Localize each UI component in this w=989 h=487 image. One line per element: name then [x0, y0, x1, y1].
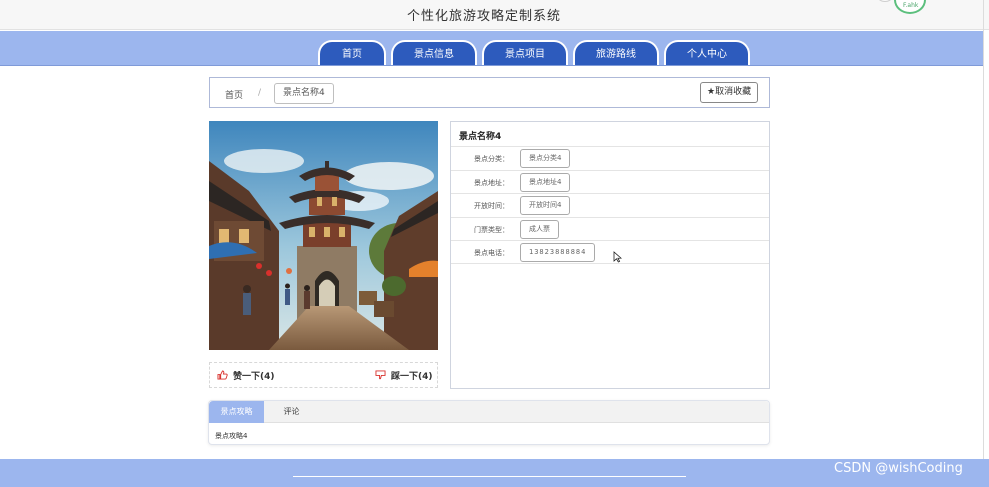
phone-label: 景点电话：: [474, 249, 509, 257]
scrollbar-track[interactable]: [983, 0, 984, 487]
category-value: 景点分类4: [520, 149, 571, 168]
address-value: 景点地址4: [520, 173, 571, 192]
site-title: 个性化旅游攻略定制系统: [406, 9, 561, 24]
breadcrumb-current: 景点名称4: [274, 83, 334, 104]
detail-row-phone: 景点电话： 13823888884: [451, 240, 769, 264]
mouse-cursor-icon: [613, 251, 622, 263]
main-nav: 首页 景点信息 景点项目 旅游路线 个人中心: [0, 31, 983, 66]
opening-hours-label: 开放时间：: [474, 202, 509, 210]
like-button[interactable]: 赞一下(4): [217, 369, 275, 382]
detail-row-address: 景点地址： 景点地址4: [451, 170, 769, 194]
breadcrumb-separator: /: [258, 88, 262, 98]
breadcrumb-home-link[interactable]: 首页: [225, 88, 243, 101]
site-footer: CSDN @wishCoding: [0, 459, 989, 487]
nav-tab-travel-routes[interactable]: 旅游路线: [573, 40, 659, 65]
tab-header: 景点攻略 评论: [209, 401, 769, 423]
avatar-bubble: [877, 0, 893, 2]
tab-comments[interactable]: 评论: [274, 401, 309, 423]
category-label: 景点分类：: [474, 155, 509, 163]
site-header: 个性化旅游攻略定制系统 F.ahk: [0, 0, 989, 30]
nav-tab-attraction-info[interactable]: 景点信息: [391, 40, 477, 65]
detail-divider: [451, 263, 769, 264]
address-label: 景点地址：: [474, 179, 509, 187]
dislike-label: 踩一下(4): [391, 372, 433, 382]
tab-attraction-guide[interactable]: 景点攻略: [209, 401, 264, 423]
detail-row-ticket-type: 门票类型： 成人票: [451, 217, 769, 241]
attraction-photo: [209, 121, 438, 350]
logo-badge-text: F.ahk: [903, 2, 919, 9]
opening-hours-value: 开放时间4: [520, 196, 571, 215]
breadcrumb: 首页 / 景点名称4 ★取消收藏: [209, 77, 770, 108]
phone-value: 13823888884: [520, 243, 596, 262]
watermark-text: CSDN @wishCoding: [834, 461, 963, 476]
ticket-type-label: 门票类型：: [474, 226, 509, 234]
footer-divider: [293, 476, 686, 477]
thumbs-up-icon: [217, 370, 228, 380]
nav-tab-home[interactable]: 首页: [318, 40, 386, 65]
vote-row: 赞一下(4) 踩一下(4): [209, 362, 438, 388]
nav-tab-attraction-projects[interactable]: 景点项目: [482, 40, 568, 65]
attraction-details: 景点名称4 景点分类： 景点分类4 景点地址： 景点地址4 开放时间： 开放时间…: [450, 121, 770, 389]
dislike-button[interactable]: 踩一下(4): [375, 369, 433, 382]
unfavorite-button[interactable]: ★取消收藏: [700, 82, 759, 103]
detail-row-opening-hours: 开放时间： 开放时间4: [451, 193, 769, 217]
thumbs-down-icon: [375, 370, 386, 380]
tab-content: 景点攻略4: [215, 432, 248, 440]
detail-row-category: 景点分类： 景点分类4: [451, 146, 769, 170]
unfavorite-label: 取消收藏: [715, 87, 752, 97]
star-icon: ★: [707, 87, 716, 97]
attraction-name: 景点名称4: [459, 132, 502, 142]
nav-tabs: 首页 景点信息 景点项目 旅游路线 个人中心: [318, 40, 750, 65]
ticket-type-value: 成人票: [520, 220, 559, 239]
like-label: 赞一下(4): [233, 372, 275, 382]
nav-tab-personal-center[interactable]: 个人中心: [664, 40, 750, 65]
info-tabs: 景点攻略 评论 景点攻略4: [208, 400, 770, 445]
